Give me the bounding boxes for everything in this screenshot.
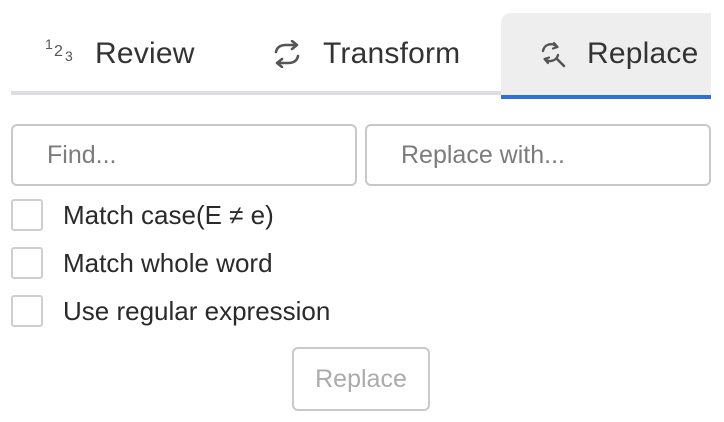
tab-transform[interactable]: Transform: [271, 13, 460, 95]
numbers-123-icon: 123: [45, 36, 73, 64]
regex-label: Use regular expression: [63, 295, 331, 326]
find-input[interactable]: [11, 124, 357, 186]
replace-button[interactable]: Replace: [292, 347, 430, 411]
whole-word-checkbox[interactable]: [11, 247, 43, 279]
match-case-label: Match case(E ≠ e): [63, 199, 274, 230]
tab-review-label: Review: [95, 37, 195, 70]
match-case-checkbox[interactable]: [11, 199, 43, 231]
tab-bar: 123 Review Transform Replace: [11, 13, 711, 99]
tab-review[interactable]: 123 Review: [45, 13, 195, 95]
match-case-option[interactable]: Match case(E ≠ e): [11, 198, 274, 232]
tab-replace-label: Replace: [587, 37, 699, 70]
search-replace-icon: [539, 40, 567, 68]
whole-word-label: Match whole word: [63, 247, 273, 278]
tab-replace[interactable]: Replace: [501, 13, 711, 99]
regex-checkbox[interactable]: [11, 295, 43, 327]
whole-word-option[interactable]: Match whole word: [11, 246, 273, 280]
transform-arrows-icon: [271, 40, 303, 68]
tab-transform-label: Transform: [323, 37, 461, 70]
replace-with-input[interactable]: [365, 124, 711, 186]
regex-option[interactable]: Use regular expression: [11, 294, 330, 328]
